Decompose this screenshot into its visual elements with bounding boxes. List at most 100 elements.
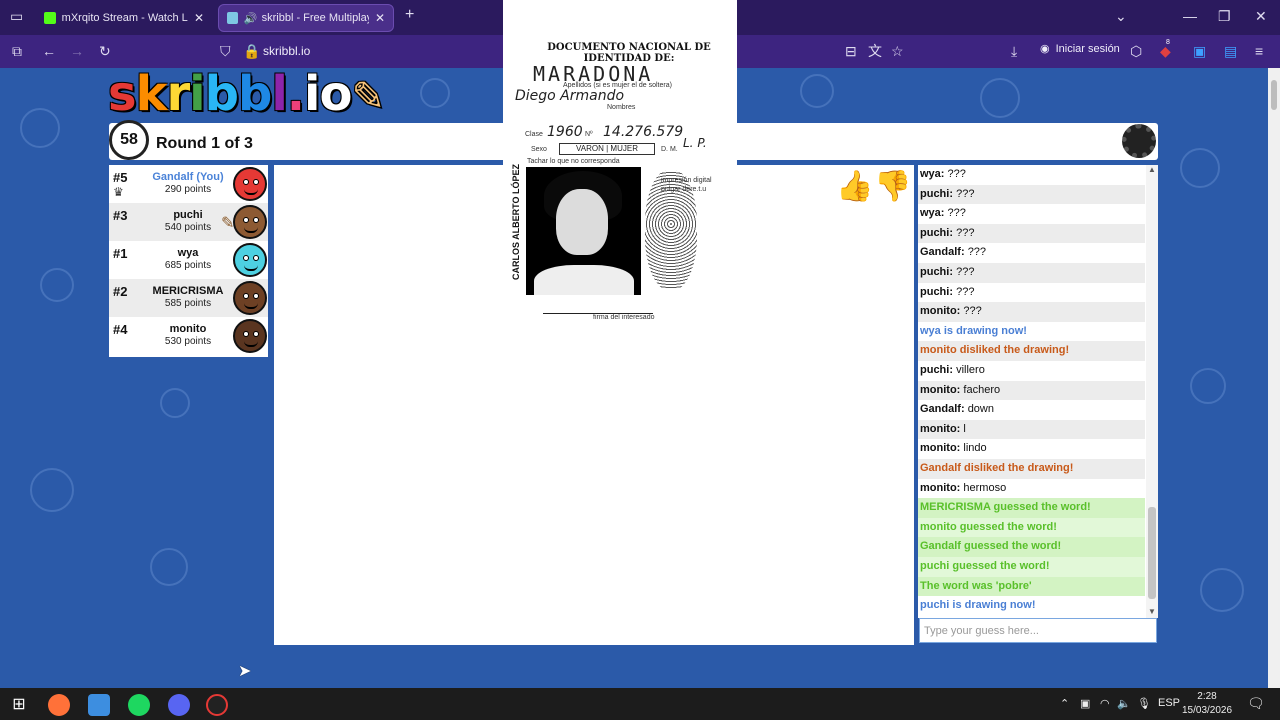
chat-username: puchi bbox=[920, 266, 950, 278]
background-doodle bbox=[980, 78, 1020, 118]
speaker-icon[interactable]: 🔊 bbox=[244, 12, 258, 25]
download-icon[interactable]: ⤓ bbox=[1011, 43, 1017, 59]
tab-list-icon[interactable]: ▭ bbox=[10, 8, 23, 25]
wifi-icon[interactable]: ◠ bbox=[1100, 697, 1110, 710]
sidebar-icon[interactable]: ⧉ bbox=[12, 43, 22, 59]
skribbl-icon bbox=[227, 12, 238, 24]
chat-scrollbar[interactable]: ▲ ▼ bbox=[1146, 165, 1158, 618]
obs-icon[interactable] bbox=[206, 694, 228, 716]
spotify-icon[interactable] bbox=[128, 694, 150, 716]
player-row[interactable]: #1 wya 685 points bbox=[109, 241, 268, 279]
clock-date: 15/03/2026 bbox=[1182, 705, 1233, 716]
player-rank: #2 bbox=[113, 284, 128, 299]
chat-username: Gandalf bbox=[920, 246, 961, 259]
dislike-thumbs-down-icon[interactable]: 👎 bbox=[874, 170, 911, 204]
volume-icon[interactable]: 🔈 bbox=[1117, 697, 1131, 710]
player-list: #5 ♛ Gandalf (You) 290 points #3 puchi 5… bbox=[109, 165, 268, 357]
player-row[interactable]: #3 puchi 540 points ✎ bbox=[109, 203, 268, 241]
window-close-icon[interactable]: ✕ bbox=[1255, 8, 1267, 25]
background-doodle bbox=[1200, 568, 1244, 612]
chat-text: villero bbox=[956, 364, 985, 376]
tab-kick-stream[interactable]: mXrqito Stream - Watch Live on ✕ bbox=[36, 4, 212, 32]
guess-input[interactable] bbox=[919, 618, 1157, 643]
chat-text: ??? bbox=[956, 285, 975, 298]
round-indicator: Round 1 of 3 bbox=[156, 135, 253, 152]
chat-message: Gandalf disliked the drawing! bbox=[918, 459, 1145, 479]
close-tab-icon[interactable]: ✕ bbox=[194, 11, 204, 25]
player-row[interactable]: #5 ♛ Gandalf (You) 290 points bbox=[109, 165, 268, 203]
kick-icon bbox=[44, 12, 56, 24]
player-rank: #4 bbox=[113, 322, 128, 337]
close-tab-icon[interactable]: ✕ bbox=[375, 11, 385, 25]
chat-text: ??? bbox=[967, 246, 987, 259]
translate-icon[interactable]: 文 bbox=[868, 43, 882, 59]
chat-username: puchi bbox=[920, 285, 950, 298]
menu-icon[interactable]: ≡ bbox=[1255, 43, 1263, 59]
page-scrollbar[interactable] bbox=[1268, 68, 1280, 688]
chat-username: monito bbox=[920, 481, 957, 494]
player-row[interactable]: #4 monito 530 points bbox=[109, 317, 268, 355]
microphone-icon[interactable]: 🎙 bbox=[1137, 697, 1151, 710]
windows-taskbar: ⊞ ⌃ ▣ ◠ 🔈 🎙 ESP 2:28 15/03/2026 🗨 bbox=[0, 688, 1280, 720]
reload-icon[interactable]: ↻ bbox=[99, 43, 111, 59]
extension-badge: 8 bbox=[1166, 39, 1170, 46]
district-value: L. P. bbox=[683, 136, 707, 150]
avatar bbox=[233, 205, 267, 239]
chat-text: puchi guessed the word! bbox=[920, 560, 1050, 572]
back-icon[interactable]: ← bbox=[42, 43, 56, 59]
number-label: Nº bbox=[585, 131, 593, 138]
discord-icon[interactable] bbox=[168, 694, 190, 716]
scroll-up-icon[interactable]: ▲ bbox=[1146, 165, 1158, 174]
new-tab-button[interactable]: + bbox=[405, 6, 414, 24]
maximize-icon[interactable]: ❐ bbox=[1218, 8, 1231, 25]
file-explorer-icon[interactable] bbox=[88, 694, 110, 716]
extensions-icon[interactable]: ⬡ bbox=[1130, 43, 1142, 59]
sex-label: Sexo bbox=[531, 146, 547, 153]
chat-text: MERICRISMA guessed the word! bbox=[920, 501, 1091, 514]
crown-icon: ♛ bbox=[113, 185, 124, 199]
chat-message: puchi: ??? bbox=[918, 263, 1145, 283]
player-rank: #3 bbox=[113, 208, 128, 223]
firefox-icon[interactable] bbox=[48, 694, 70, 716]
notifications-icon[interactable]: 🗨 bbox=[1247, 695, 1265, 712]
player-row[interactable]: #2 MERICRISMA 585 points bbox=[109, 279, 268, 317]
system-clock[interactable]: 2:28 15/03/2026 bbox=[1182, 690, 1232, 718]
language-indicator[interactable]: ESP bbox=[1158, 697, 1180, 709]
signature-image bbox=[543, 296, 653, 314]
chat-scrollbar-thumb[interactable] bbox=[1148, 507, 1156, 599]
chevron-down-icon[interactable]: ⌄ bbox=[1115, 8, 1127, 25]
player-points: 540 points bbox=[164, 222, 212, 233]
chat-username: puchi bbox=[920, 187, 950, 200]
chat-message: Gandalf: down bbox=[920, 403, 994, 416]
document-number: 14.276.579 bbox=[603, 124, 684, 140]
player-points: 585 points bbox=[164, 298, 212, 309]
chat-message: monito: fachero bbox=[918, 380, 1145, 401]
extension-icon[interactable]: ▣ bbox=[1193, 43, 1206, 59]
shield-icon[interactable]: ⛉ bbox=[220, 43, 231, 59]
chat-message: puchi guessed the word! bbox=[918, 557, 1145, 577]
chat-text: Gandalf disliked the drawing! bbox=[920, 462, 1074, 474]
tray-app-icon[interactable]: ▣ bbox=[1080, 697, 1090, 710]
chat-message: monito disliked the drawing! bbox=[918, 341, 1145, 361]
tab-skribbl[interactable]: 🔊 skribbl - Free Multiplayer D ✕ bbox=[218, 4, 394, 32]
forward-icon[interactable]: → bbox=[70, 43, 84, 59]
reader-view-icon[interactable]: ⊟ bbox=[845, 43, 857, 59]
avatar bbox=[233, 319, 267, 353]
extension-icon-2[interactable]: ▤ bbox=[1224, 43, 1237, 59]
bookmark-star-icon[interactable]: ☆ bbox=[891, 43, 904, 59]
tray-chevron-icon[interactable]: ⌃ bbox=[1060, 697, 1069, 710]
fingerprint-label: impresión digital pulgar dere.t.u bbox=[661, 177, 712, 193]
signin-button[interactable]: ◉ Iniciar sesión bbox=[1040, 42, 1120, 56]
like-thumbs-up-icon[interactable]: 👍 bbox=[836, 170, 873, 204]
chat-message: Gandalf guessed the word! bbox=[918, 537, 1145, 557]
chat-message: wya: ??? bbox=[920, 168, 966, 180]
chat-message: monito: hermoso bbox=[920, 481, 1007, 494]
district-label: D. M. bbox=[661, 146, 678, 153]
minimize-icon[interactable]: — bbox=[1183, 8, 1197, 24]
settings-gear-icon[interactable] bbox=[1122, 124, 1156, 158]
scroll-down-icon[interactable]: ▼ bbox=[1146, 607, 1158, 616]
id-document-image: DOCUMENTO NACIONAL DE IDENTIDAD DE: MARA… bbox=[503, 0, 737, 330]
address-bar[interactable]: skribbl.io bbox=[263, 44, 310, 58]
scrollbar-thumb[interactable] bbox=[1271, 80, 1277, 110]
windows-start-icon[interactable]: ⊞ bbox=[8, 694, 30, 716]
